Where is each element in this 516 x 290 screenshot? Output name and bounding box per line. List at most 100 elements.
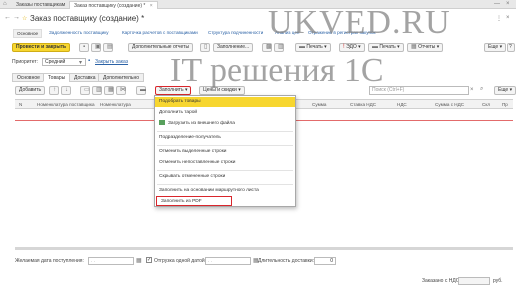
help-button[interactable]: ? xyxy=(507,43,515,52)
unpost-button[interactable]: ▤ xyxy=(103,43,113,52)
menu-item-label: Загрузить из внешнего файла xyxy=(168,121,235,126)
back-arrow-icon[interactable]: ← xyxy=(4,14,11,21)
tab-goods[interactable]: Товары xyxy=(43,73,71,82)
favorite-star-icon[interactable]: ☆ xyxy=(22,15,27,22)
minimize-icon[interactable]: — xyxy=(494,1,500,7)
tab-main[interactable]: Основное xyxy=(12,73,45,82)
menu-item-cancel-undelivered[interactable]: Отменить непоставленные строки xyxy=(155,158,295,168)
copy-icon: ▭ xyxy=(84,87,90,93)
menu-item-label: Заполнить из PDF xyxy=(161,199,202,204)
barcode-button[interactable]: ▥ xyxy=(92,86,102,95)
clear-search-icon[interactable]: × xyxy=(470,87,474,93)
column-header[interactable]: Сумма с НДС xyxy=(435,102,464,107)
printer-icon: ▬ xyxy=(299,44,305,50)
share-button[interactable]: ⋈ xyxy=(116,86,126,95)
menu-item-fill-from-pdf[interactable]: Заполнить из PDF xyxy=(156,196,232,206)
link-button[interactable]: ▥ xyxy=(274,43,284,52)
copy-row-button[interactable]: ▭ xyxy=(80,86,90,95)
post-button[interactable]: ▣ xyxy=(91,43,101,52)
reports-icon: ▦ xyxy=(411,44,417,50)
delivery-duration-field[interactable]: 0 xyxy=(314,257,336,265)
edo-label: ЭДО xyxy=(346,44,357,50)
close-order-link[interactable]: Закрыть заказ xyxy=(95,59,128,65)
total-label: Заказано с НДС: xyxy=(422,278,461,284)
search-icon[interactable]: ⌕ xyxy=(480,86,483,93)
forward-arrow-icon[interactable]: → xyxy=(13,14,20,21)
additional-reports-button[interactable]: Дополнительные отчеты xyxy=(128,43,194,52)
menu-item-label: Отменить непоставленные строки xyxy=(159,160,236,165)
column-header[interactable]: Номенклатура поставщика xyxy=(37,102,95,107)
chevron-down-icon[interactable]: ▾ xyxy=(79,59,82,66)
menu-item-fill-route-sheet[interactable]: Заполнить на основании маршрутного листа xyxy=(155,186,295,196)
save-button[interactable]: ▪ xyxy=(79,43,89,52)
expected-date-label: Желаемая дата поступления: xyxy=(15,258,84,264)
items-more-button[interactable]: Еще ▾ xyxy=(494,86,516,95)
single-date-field[interactable]: . . xyxy=(205,257,251,265)
column-header[interactable]: Сумма xyxy=(312,102,326,107)
nav-debt-link[interactable]: Задолженность поставщику xyxy=(49,30,109,35)
picking-button[interactable]: ▦ xyxy=(104,86,114,95)
menu-item-cancel-selected[interactable]: Отменить выделенные строки xyxy=(155,147,295,157)
print-button[interactable]: ▬ Печать ▾ xyxy=(295,43,331,52)
menu-item-label: Дополнить тарой xyxy=(159,110,198,115)
menu-item-receiving-department[interactable]: Подразделение-получатель xyxy=(155,133,295,143)
page-title: Заказ поставщику (создание) * xyxy=(30,14,145,23)
print-items-button[interactable]: ▬ xyxy=(136,86,146,95)
attachment-button[interactable]: ▩ xyxy=(262,43,272,52)
add-row-button[interactable]: Добавить xyxy=(15,86,46,95)
nav-main[interactable]: Основное xyxy=(13,29,43,38)
window-tab-order[interactable]: Заказ поставщику (создание) * × xyxy=(69,1,158,9)
excel-icon xyxy=(159,120,165,126)
edo-button[interactable]: ! ЭДО ▾ xyxy=(339,43,365,52)
close-window-icon[interactable]: × xyxy=(506,1,510,7)
menu-item-pick-goods[interactable]: Подобрать товары xyxy=(155,97,295,107)
menu-dots-icon[interactable]: ⋮ xyxy=(496,15,502,22)
total-currency: руб. xyxy=(493,278,503,284)
document-icon: ▯ xyxy=(204,44,208,50)
unpost-icon: ▤ xyxy=(107,44,113,50)
column-header[interactable]: N xyxy=(19,102,22,107)
column-header[interactable]: Скл xyxy=(482,102,490,107)
column-header[interactable]: Ставка НДС xyxy=(350,102,376,107)
close-icon[interactable]: × xyxy=(150,3,153,9)
grid-icon: ▦ xyxy=(108,87,114,93)
reports-button[interactable]: ▦ Отчеты ▾ xyxy=(407,43,444,52)
expected-date-field[interactable]: . . xyxy=(88,257,134,265)
single-date-checkbox[interactable]: ✓ xyxy=(146,257,152,263)
post-and-close-button[interactable]: Провести и закрыть xyxy=(12,43,71,52)
total-field xyxy=(458,277,490,285)
menu-item-add-tare[interactable]: Дополнить тарой xyxy=(155,108,295,118)
move-up-button[interactable]: ↑ xyxy=(49,86,59,95)
column-header[interactable]: НДС xyxy=(397,102,407,107)
print-secondary-button[interactable]: ▬ Печать ▾ xyxy=(368,43,404,52)
watermark-line1: UKVED.RU xyxy=(268,4,451,41)
more-button[interactable]: Еще ▾ xyxy=(484,43,507,52)
nav-settlement-card-link[interactable]: Карточка расчетов с поставщиками xyxy=(122,30,198,35)
tab-delivery[interactable]: Доставка xyxy=(69,73,101,82)
tab-additional[interactable]: Дополнительно xyxy=(98,73,144,82)
save-icon: ▪ xyxy=(83,44,86,50)
column-header[interactable]: Номенклатура xyxy=(100,102,131,107)
printer-icon: ▬ xyxy=(372,44,378,50)
nav-structure-link[interactable]: Структура подчиненности xyxy=(208,30,263,35)
barcode-icon: ▥ xyxy=(96,87,102,93)
window-tab-orders-list[interactable]: Заказы поставщикам × xyxy=(12,1,77,9)
fill-basis-button[interactable]: Заполнение... xyxy=(213,43,254,52)
home-icon[interactable]: ⌂ xyxy=(3,1,7,7)
fill-basis-icon-button[interactable]: ▯ xyxy=(200,43,210,52)
close-form-icon[interactable]: × xyxy=(506,15,510,21)
edo-icon: ! xyxy=(343,44,345,50)
menu-item-label: Скрывать отмененные строки xyxy=(159,174,226,179)
priority-label: Приоритет: xyxy=(12,59,39,65)
search-input[interactable]: Поиск (Ctrl+F) xyxy=(369,86,469,95)
calendar-icon[interactable]: ▦ xyxy=(136,257,142,264)
column-header[interactable]: Пр xyxy=(502,102,508,107)
menu-item-label: Отменить выделенные строки xyxy=(159,149,227,154)
watermark-line2: IT решения 1С xyxy=(170,52,384,89)
delivery-duration-label: Длительность доставки: xyxy=(258,258,315,264)
move-down-button[interactable]: ↓ xyxy=(61,86,71,95)
horizontal-scrollbar[interactable] xyxy=(15,247,513,250)
menu-item-load-external-file[interactable]: Загрузить из внешнего файла xyxy=(155,119,295,129)
menu-item-hide-cancelled[interactable]: Скрывать отмененные строки xyxy=(155,172,295,182)
chevron-down-icon: ▾ xyxy=(324,44,327,50)
